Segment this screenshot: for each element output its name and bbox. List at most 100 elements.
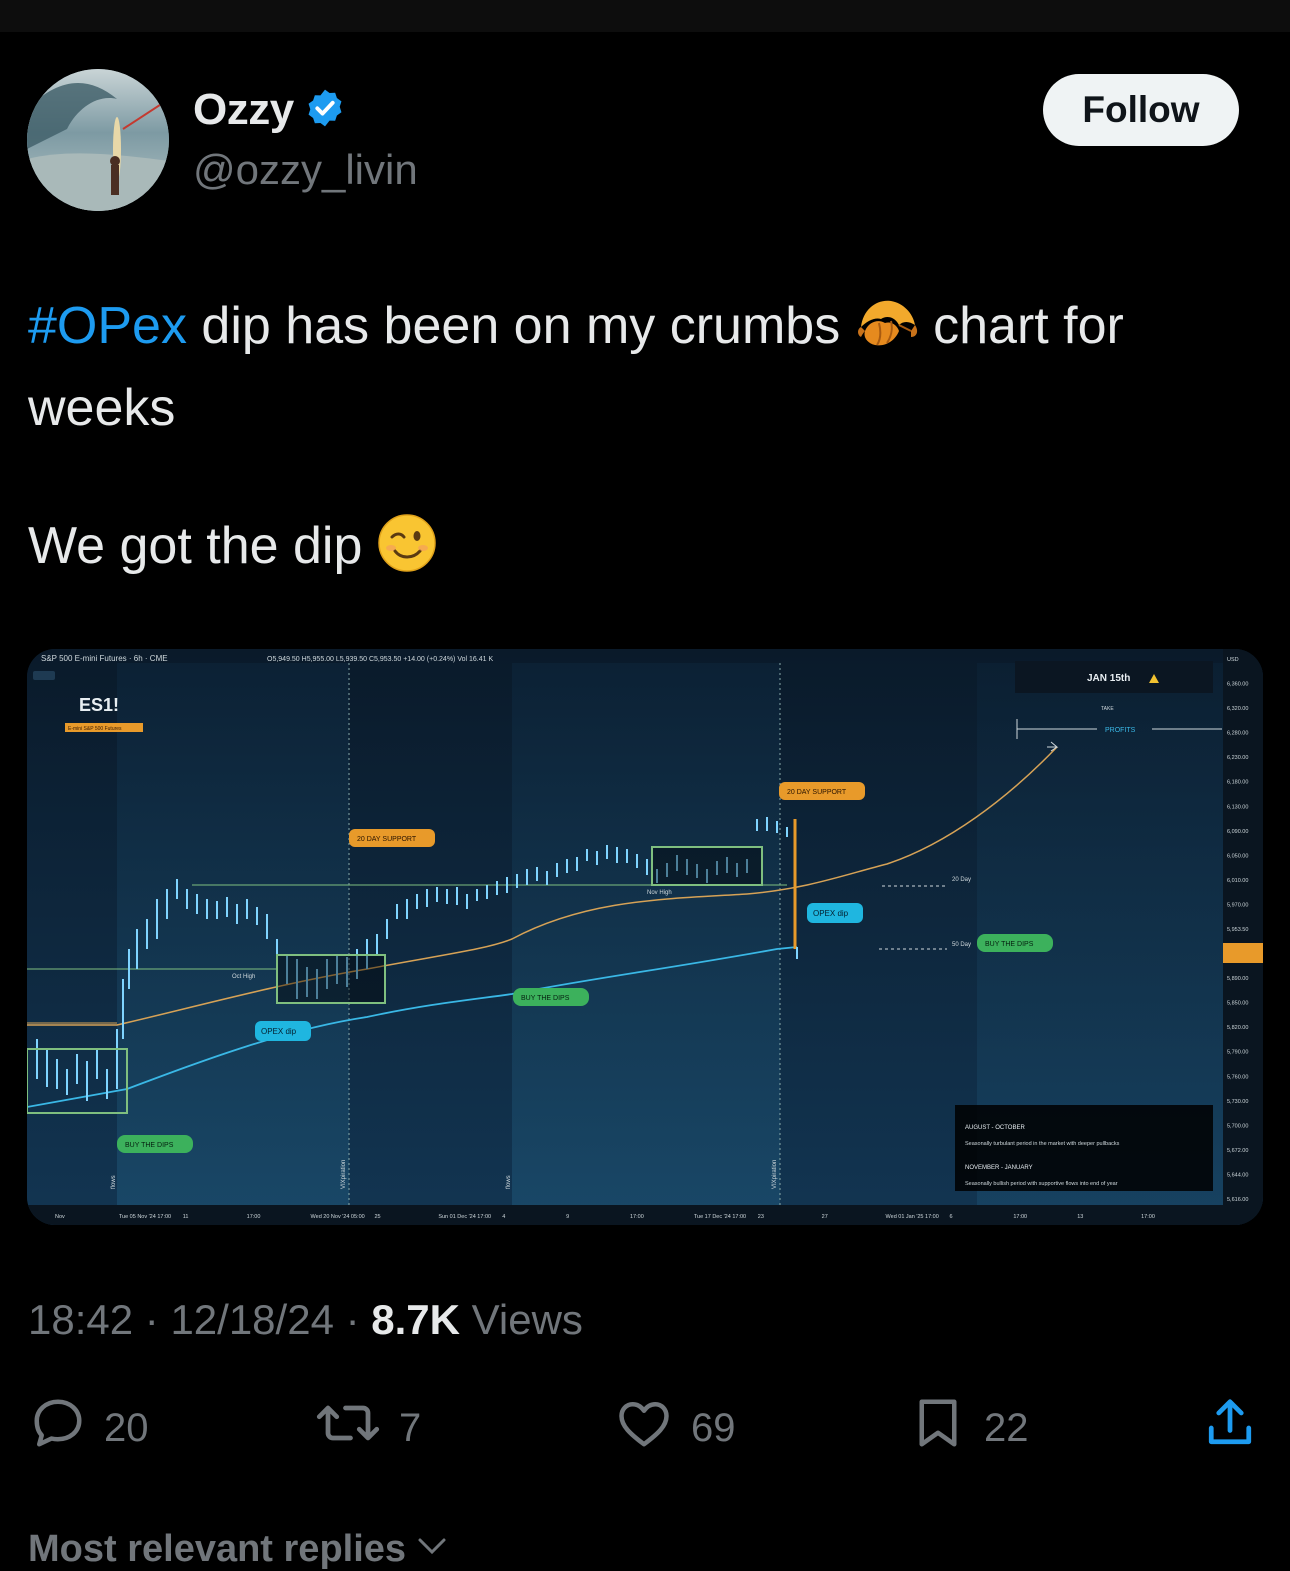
time-tick-label: Nov bbox=[55, 1214, 65, 1220]
follow-button[interactable]: Follow bbox=[1043, 74, 1239, 146]
bookmark-button[interactable]: 22 bbox=[908, 1398, 1029, 1458]
time-tick-label: Tue 05 Nov '24 17:00 bbox=[119, 1214, 171, 1220]
price-tick-label: 5,644.00 bbox=[1227, 1172, 1248, 1178]
views-count: 8.7K bbox=[371, 1296, 460, 1343]
support-label-1: 20 DAY SUPPORT bbox=[357, 836, 417, 843]
heart-icon bbox=[613, 1393, 675, 1463]
price-tick-label: 6,360.00 bbox=[1227, 682, 1248, 688]
time-tick-label: 25 bbox=[374, 1214, 380, 1220]
time-tick-label: Wed 01 Jan '25 17:00 bbox=[886, 1214, 939, 1220]
time-tick-label: Wed 20 Nov '24 05:00 bbox=[311, 1214, 365, 1220]
tweet-text: #OPex dip has been on my crumbs chart fo… bbox=[28, 290, 1268, 444]
tweet-line-3: We got the dip bbox=[28, 510, 437, 592]
like-count: 69 bbox=[691, 1405, 736, 1450]
croissant-emoji-icon bbox=[855, 291, 919, 372]
time-tick-label: 4 bbox=[502, 1214, 505, 1220]
price-tick-label: 5,760.00 bbox=[1227, 1074, 1248, 1080]
vix-label-1: VIXpiration bbox=[341, 1160, 347, 1189]
price-tick-label: 6,180.00 bbox=[1227, 780, 1248, 786]
seasonal-heading-1: AUGUST - OCTOBER bbox=[965, 1125, 1025, 1131]
time-tick-label: 9 bbox=[566, 1214, 569, 1220]
day50-label: 50 Day bbox=[952, 942, 971, 948]
seasonal-heading-2: NOVEMBER - JANUARY bbox=[965, 1165, 1033, 1171]
buy-dips-label-2: BUY THE DIPS bbox=[521, 995, 570, 1002]
chart-header-text: S&P 500 E-mini Futures · 6h · CME bbox=[41, 654, 168, 663]
chart-ohlc-text: O5,949.50 H5,955.00 L5,939.50 C5,953.50 … bbox=[267, 656, 493, 663]
tweet-text-part: chart for bbox=[918, 297, 1124, 355]
bookmark-count: 22 bbox=[984, 1405, 1029, 1450]
tweet-actions: 20 7 69 22 bbox=[0, 1398, 1290, 1458]
avatar[interactable] bbox=[27, 69, 169, 211]
opex-dip-label-2: OPEX dip bbox=[813, 909, 849, 918]
chart-symbol: ES1! bbox=[79, 695, 119, 715]
buy-dips-label-3: BUY THE DIPS bbox=[985, 941, 1034, 948]
time-tick-label: 27 bbox=[822, 1214, 828, 1220]
price-tick-label: 6,090.00 bbox=[1227, 829, 1248, 835]
price-tick-label: 5,616.00 bbox=[1227, 1197, 1248, 1203]
status-bar bbox=[0, 0, 1290, 32]
repost-count: 7 bbox=[399, 1405, 422, 1450]
repost-button[interactable]: 7 bbox=[313, 1398, 421, 1458]
vix-label-2: VIXpiration bbox=[772, 1160, 778, 1189]
author-handle[interactable]: @ozzy_livin bbox=[193, 146, 418, 194]
chart-image: S&P 500 E-mini Futures · 6h · CME O5,949… bbox=[27, 649, 1263, 1225]
price-tick-label: 6,050.00 bbox=[1227, 853, 1248, 859]
tweet-text-part: We got the dip bbox=[28, 517, 377, 575]
author-name[interactable]: Ozzy bbox=[193, 85, 294, 135]
time-tick-label: 11 bbox=[183, 1214, 189, 1220]
reply-icon bbox=[28, 1393, 88, 1463]
tweet-line-1: #OPex dip has been on my crumbs chart fo… bbox=[28, 290, 1268, 372]
time-tick-label: 23 bbox=[758, 1214, 764, 1220]
oct-high-label: Oct High bbox=[232, 974, 255, 980]
flows-label-2: flows bbox=[506, 1175, 512, 1189]
like-button[interactable]: 69 bbox=[613, 1398, 736, 1458]
tweet-time[interactable]: 18:42 bbox=[28, 1296, 133, 1343]
flows-label-1: flows bbox=[111, 1175, 117, 1189]
price-tick-label: 5,970.00 bbox=[1227, 902, 1248, 908]
tweet-date[interactable]: 12/18/24 bbox=[170, 1296, 334, 1343]
views-label: Views bbox=[459, 1296, 583, 1343]
hashtag-link[interactable]: #OPex bbox=[28, 297, 187, 355]
price-tick-label: 6,130.00 bbox=[1227, 804, 1248, 810]
tweet-text-part: dip has been on my crumbs bbox=[186, 297, 855, 355]
time-tick-label: Tue 17 Dec '24 17:00 bbox=[694, 1214, 746, 1220]
support-label-2: 20 DAY SUPPORT bbox=[787, 789, 847, 796]
price-tick-label: 5,730.00 bbox=[1227, 1099, 1248, 1105]
verified-badge-icon bbox=[304, 87, 346, 134]
price-tick-label: 6,320.00 bbox=[1227, 706, 1248, 712]
chart-symbol-sub: E-mini S&P 500 Futures bbox=[68, 726, 122, 732]
tweet-meta: 18:42 · 12/18/24 · 8.7K Views bbox=[28, 1296, 583, 1344]
tweet-media-chart[interactable]: S&P 500 E-mini Futures · 6h · CME O5,949… bbox=[27, 649, 1263, 1225]
price-tick-label: 5,953.50 bbox=[1227, 927, 1248, 933]
take-label: TAKE bbox=[1101, 706, 1114, 712]
author-name-row[interactable]: Ozzy bbox=[193, 84, 346, 136]
seasonal-text-2: Seasonally bullish period with supportiv… bbox=[965, 1181, 1118, 1187]
time-tick-label: Sun 01 Dec '24 17:00 bbox=[438, 1214, 491, 1220]
avatar-image bbox=[27, 69, 169, 211]
repost-icon bbox=[313, 1393, 383, 1463]
time-tick-label: 13 bbox=[1077, 1214, 1083, 1220]
day20-label: 20 Day bbox=[952, 877, 971, 883]
tweet-line-2: weeks bbox=[28, 379, 176, 437]
meta-separator: · bbox=[333, 1296, 372, 1343]
price-tick-label: 6,280.00 bbox=[1227, 731, 1248, 737]
bookmark-icon bbox=[908, 1393, 968, 1463]
reply-button[interactable]: 20 bbox=[28, 1398, 149, 1458]
share-button[interactable] bbox=[1200, 1398, 1260, 1458]
buy-dips-label-1: BUY THE DIPS bbox=[125, 1142, 174, 1149]
price-tick-label: 5,890.00 bbox=[1227, 976, 1248, 982]
winking-face-emoji-icon bbox=[377, 513, 437, 592]
reply-count: 20 bbox=[104, 1405, 149, 1450]
price-tick-label: 5,672.00 bbox=[1227, 1148, 1248, 1154]
profits-label: PROFITS bbox=[1105, 727, 1136, 734]
price-tick-label: 5,820.00 bbox=[1227, 1025, 1248, 1031]
price-tick-label: 5,850.00 bbox=[1227, 1001, 1248, 1007]
time-tick-label: 17:00 bbox=[247, 1214, 261, 1220]
price-tick-label: 6,010.00 bbox=[1227, 878, 1248, 884]
time-tick-label: 6 bbox=[949, 1214, 952, 1220]
seasonal-text-1: Seasonally turbulant period in the marke… bbox=[965, 1141, 1120, 1147]
time-tick-label: 17:00 bbox=[1141, 1214, 1155, 1220]
time-tick-label: 17:00 bbox=[1013, 1214, 1027, 1220]
time-tick-label: 17:00 bbox=[630, 1214, 644, 1220]
price-tick-label: 6,230.00 bbox=[1227, 755, 1248, 761]
